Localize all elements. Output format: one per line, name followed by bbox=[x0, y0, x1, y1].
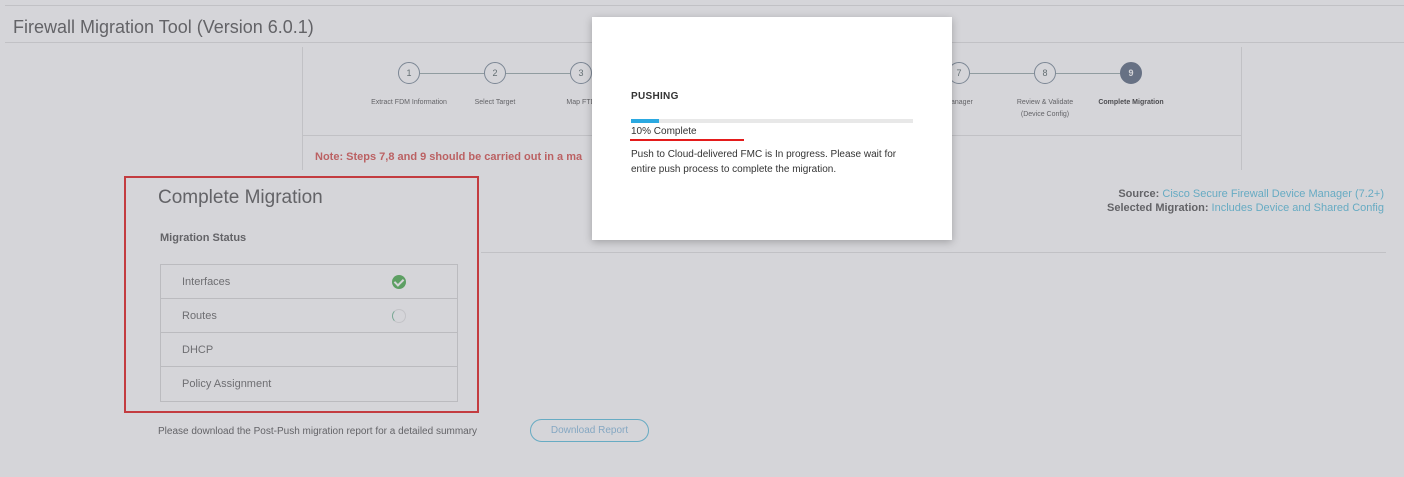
modal-title: PUSHING bbox=[631, 91, 679, 102]
annotation-underline bbox=[630, 139, 744, 141]
push-progress-bar bbox=[631, 119, 913, 123]
push-progress-fill bbox=[631, 119, 660, 123]
progress-text: 10% Complete bbox=[631, 126, 697, 137]
modal-message: Push to Cloud-delivered FMC is In progre… bbox=[631, 149, 897, 175]
pushing-modal: PUSHING 10% Complete Push to Cloud-deliv… bbox=[592, 17, 952, 240]
